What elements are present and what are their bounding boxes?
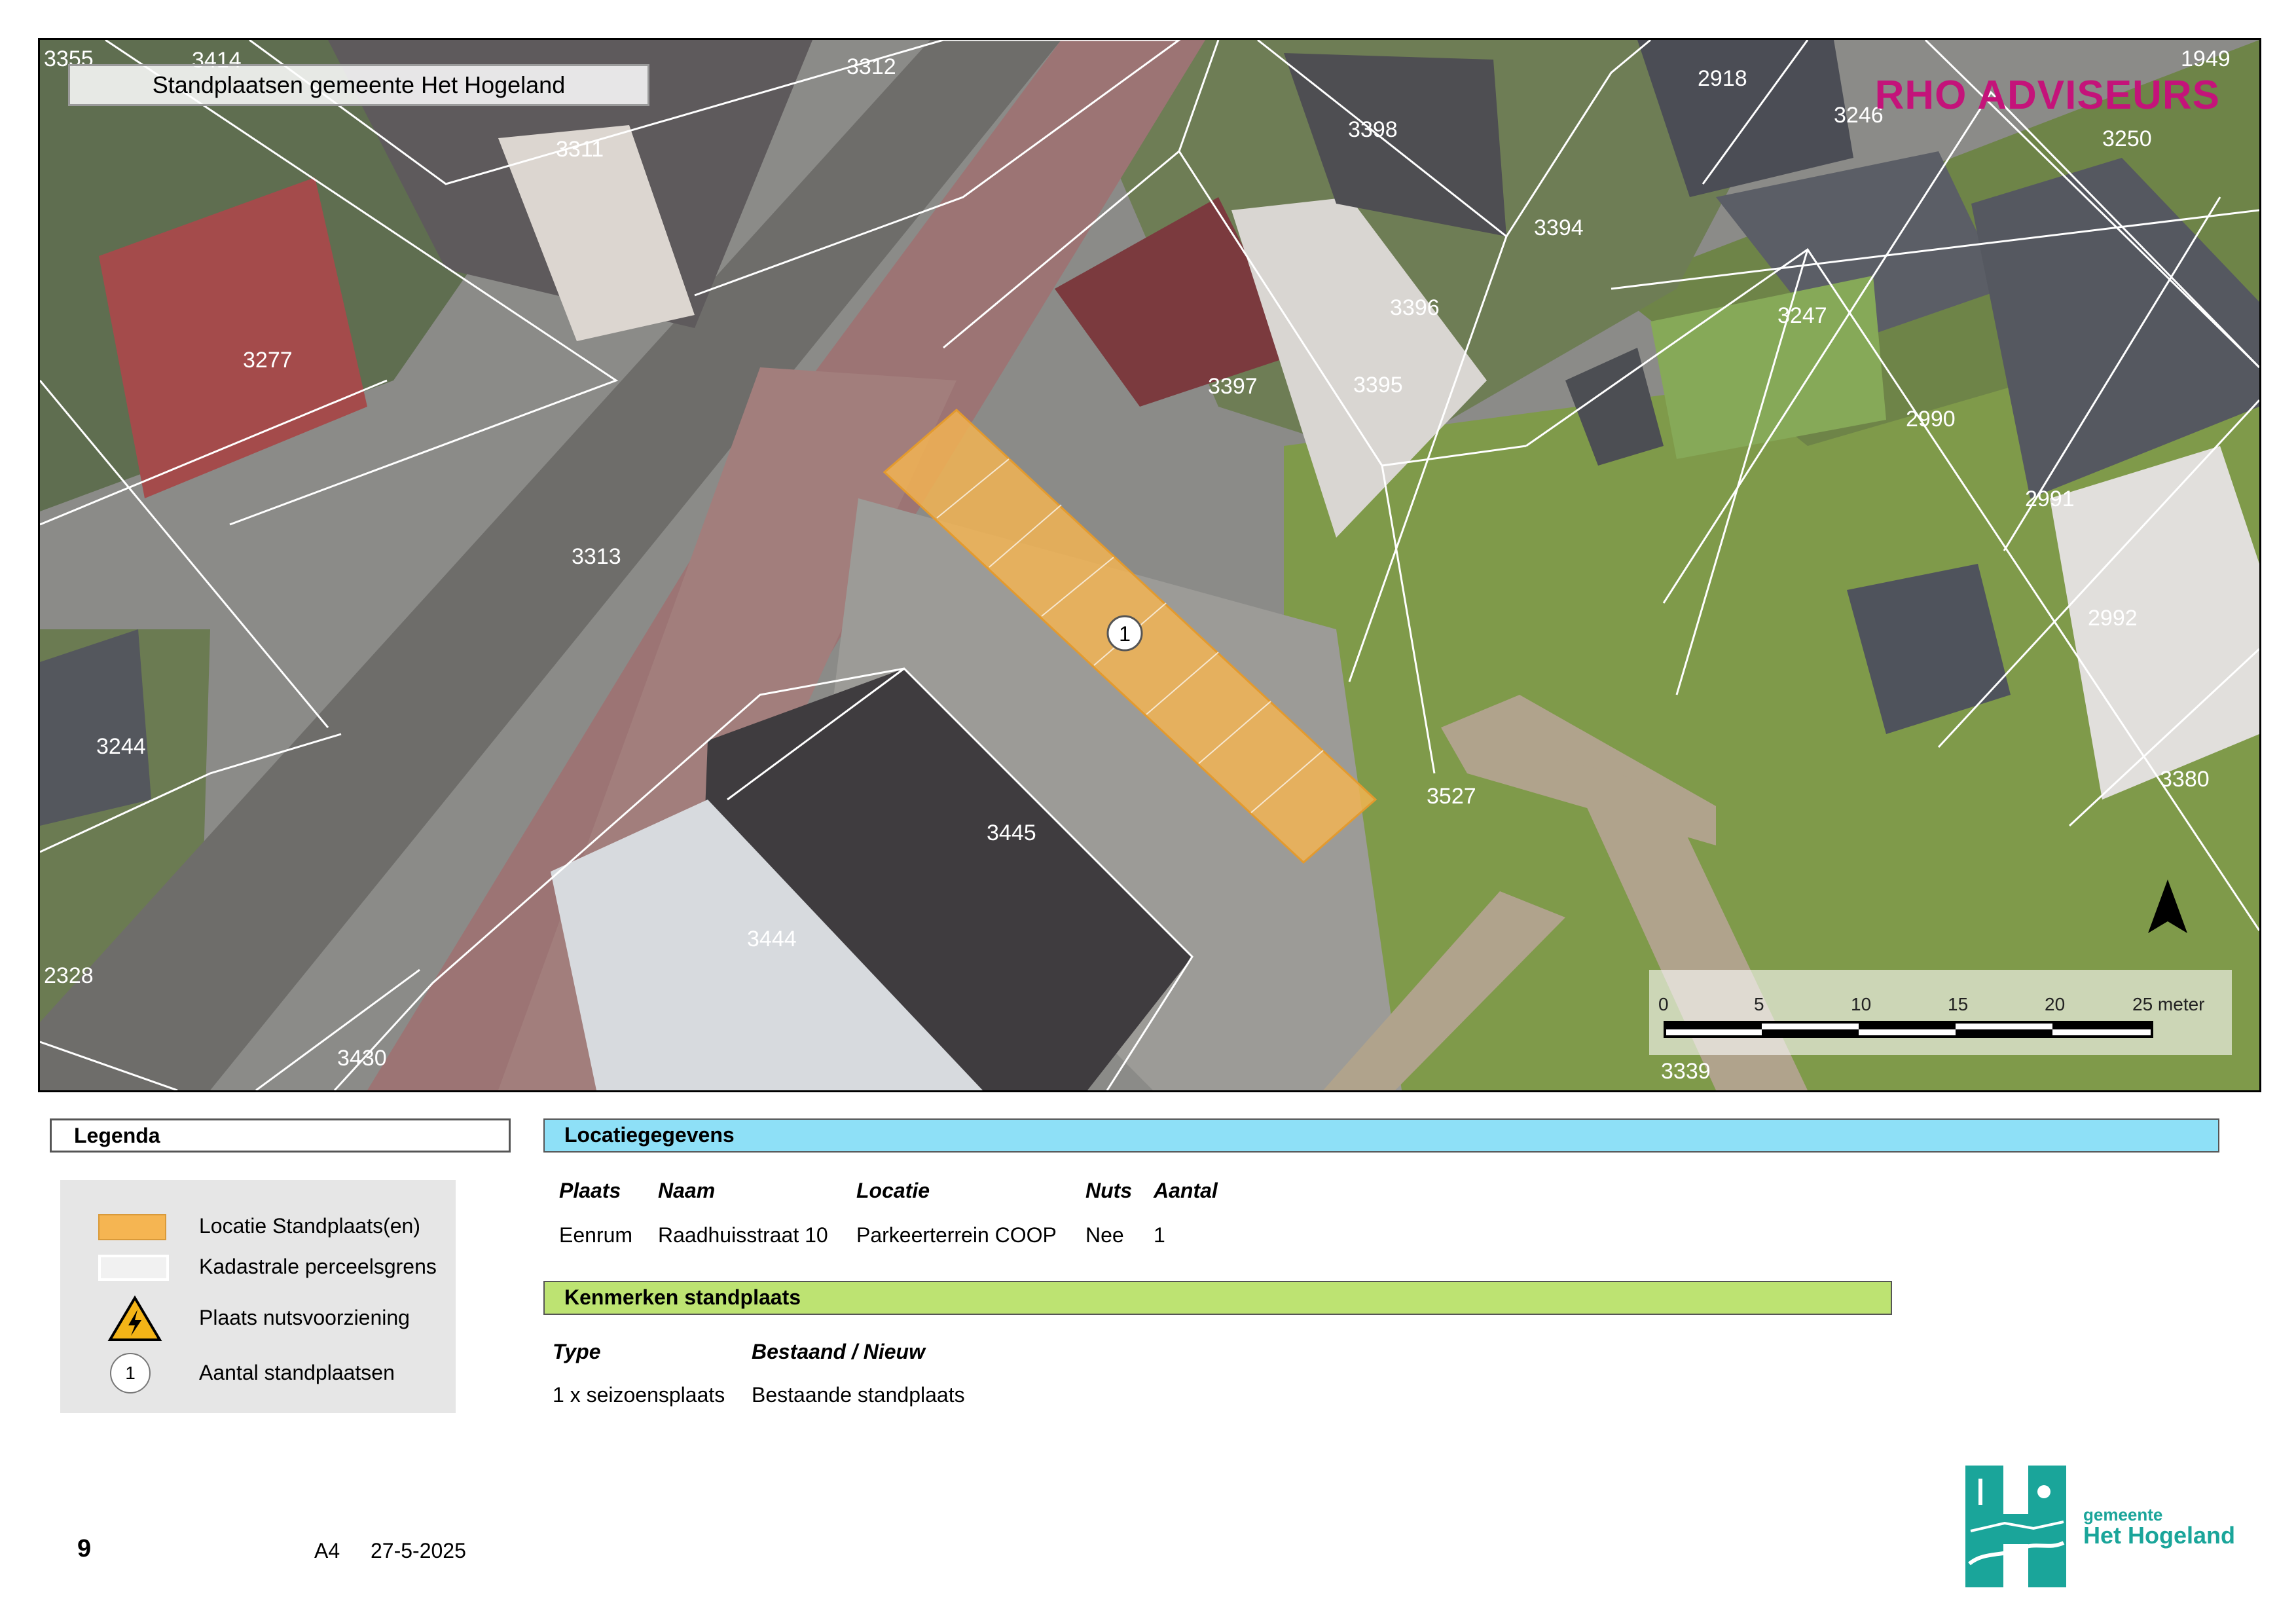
location-data-header: Locatiegegevens <box>543 1118 2219 1153</box>
col-aantal-header: Aantal <box>1154 1179 1218 1202</box>
rho-adviseurs-logo: RHO ADVISEURS <box>1874 73 2220 118</box>
scale-tick-label: 5 <box>1754 994 1764 1014</box>
parcel-number-label: 3444 <box>747 927 797 951</box>
print-date: 27-5-2025 <box>371 1539 466 1562</box>
cell-type: 1 x seizoensplaats <box>553 1383 725 1407</box>
parcel-number-label: 3311 <box>556 137 604 162</box>
map-title: Standplaatsen gemeente Het Hogeland <box>68 64 649 106</box>
parcel-number-label: 3313 <box>572 544 621 569</box>
parcel-number-label: 3397 <box>1208 374 1258 399</box>
parcel-number-label: 3527 <box>1427 784 1476 809</box>
count-circle-icon: 1 <box>110 1353 151 1393</box>
parcel-number-label: 3394 <box>1534 215 1584 240</box>
legend-item-count: 1 Aantal standplaatsen <box>60 1353 456 1393</box>
legend-box: Locatie Standplaats(en) Kadastrale perce… <box>60 1180 456 1413</box>
col-nuts-header: Nuts <box>1085 1179 1133 1202</box>
cell-naam: Raadhuisstraat 10 <box>658 1223 828 1247</box>
parcel-number-label: 2992 <box>2088 606 2138 631</box>
cell-bestaand: Bestaande standplaats <box>752 1383 965 1407</box>
cell-nuts: Nee <box>1085 1223 1124 1247</box>
page-number: 9 <box>77 1535 92 1562</box>
legend-label: Aantal standplaatsen <box>199 1361 395 1384</box>
legend-label: Locatie Standplaats(en) <box>199 1214 420 1238</box>
col-plaats-header: Plaats <box>559 1179 621 1202</box>
scale-tick-label: 10 <box>1851 994 1871 1014</box>
parcel-number-label: 1949 <box>2181 46 2231 71</box>
scale-tick-label: 20 <box>2045 994 2065 1014</box>
scale-tick-label: 25 meter <box>2132 994 2205 1014</box>
parcel-number-label: 3398 <box>1348 117 1398 142</box>
parcel-number-label: 3339 <box>1661 1059 1711 1084</box>
parcel-number-label: 3277 <box>243 348 293 373</box>
col-locatie-header: Locatie <box>856 1179 930 1202</box>
parcel-number-label: 3445 <box>987 821 1036 845</box>
standplaats-count-marker[interactable]: 1 <box>1106 615 1143 652</box>
parcel-boundary-swatch <box>98 1255 169 1281</box>
parcel-number-label: 2328 <box>44 963 94 988</box>
cell-plaats: Eenrum <box>559 1223 633 1247</box>
het-hogeland-logo-mark-icon <box>1965 1466 2066 1587</box>
parcel-number-label: 3247 <box>1777 303 1827 328</box>
legend-label: Plaats nutsvoorziening <box>199 1306 410 1329</box>
parcel-number-label: 3396 <box>1390 295 1440 320</box>
orange-fill-swatch <box>98 1214 166 1240</box>
parcel-number-label: 3244 <box>96 734 146 759</box>
electricity-warning-icon <box>107 1295 162 1341</box>
parcel-number-label: 3312 <box>847 54 896 79</box>
het-hogeland-logo <box>1965 1466 2066 1587</box>
parcel-number-label: 2990 <box>1906 407 1956 432</box>
col-bestaand-header: Bestaand / Nieuw <box>752 1340 925 1363</box>
features-header: Kenmerken standplaats <box>543 1281 1892 1315</box>
scale-tick-label: 0 <box>1658 994 1669 1014</box>
aerial-photo: 3355 3414 33123311327733133244232834303444… <box>40 40 2259 1090</box>
legend-item-utility: Plaats nutsvoorziening <box>60 1295 456 1341</box>
legend-title: Legenda <box>50 1118 511 1153</box>
legend-label: Kadastrale perceelsgrens <box>199 1255 437 1278</box>
parcel-number-label: 2918 <box>1698 66 1747 91</box>
parcel-number-label: 3380 <box>2160 767 2210 792</box>
scale-bar: 0 5 10 15 20 25 meter <box>1649 970 2232 1055</box>
aerial-map[interactable]: 3355 3414 3312 3311 3277 3313 3244 2328 3430 3444… <box>38 38 2261 1092</box>
parcel-number-label: 3395 <box>1353 373 1403 397</box>
legend-item-standplaats: Locatie Standplaats(en) <box>60 1206 456 1246</box>
cell-aantal: 1 <box>1154 1223 1165 1247</box>
logo-big-text: Het Hogeland <box>2083 1522 2236 1549</box>
parcel-number-label: 3430 <box>337 1046 387 1071</box>
scale-tick-label: 15 <box>1948 994 1968 1014</box>
cell-locatie: Parkeerterrein COOP <box>856 1223 1057 1247</box>
paper-size: A4 <box>314 1539 340 1562</box>
parcel-number-label: 3250 <box>2102 126 2152 151</box>
parcel-number-label: 2991 <box>2025 487 2075 511</box>
legend-item-parcel: Kadastrale perceelsgrens <box>60 1247 456 1286</box>
col-naam-header: Naam <box>658 1179 716 1202</box>
marker-label: 1 <box>1119 622 1131 646</box>
col-type-header: Type <box>553 1340 601 1363</box>
